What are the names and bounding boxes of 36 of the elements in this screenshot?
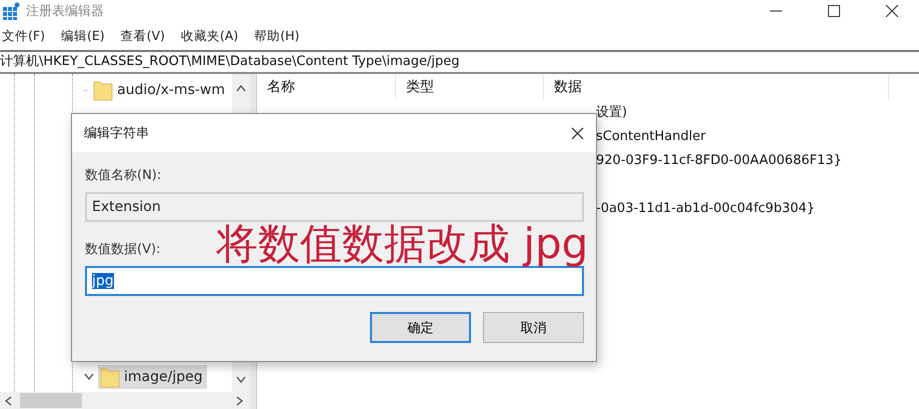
value-field[interactable]: jpg	[85, 266, 584, 296]
scroll-right-icon[interactable]	[236, 396, 244, 406]
maximize-icon[interactable]	[827, 4, 841, 18]
menu-item[interactable]: 查看(V)	[120, 28, 165, 44]
column-header[interactable]: 类型	[396, 75, 544, 99]
registry-icon	[2, 2, 20, 20]
tree-item[interactable]: image/jpeg	[98, 365, 207, 389]
scroll-left-icon[interactable]	[4, 396, 12, 406]
scroll-up-icon[interactable]	[236, 84, 246, 92]
menu-item[interactable]: 帮助(H)	[254, 28, 300, 44]
annotation-text: 将数值数据改成 jpg	[216, 221, 588, 266]
column-header[interactable]: 数据	[544, 75, 889, 99]
table-cell: sContentHandler	[596, 128, 706, 144]
menu-item[interactable]: 收藏夹(A)	[180, 28, 238, 44]
field-label: 数值数据(V):	[85, 241, 162, 258]
table-cell: -0a03-11d1-ab1d-00c04fc9b304}	[596, 200, 815, 216]
close-icon[interactable]	[885, 4, 899, 18]
table-cell: 920-03F9-11cf-8FD0-00AA00686F13}	[596, 152, 842, 168]
cancel-button[interactable]: 取消	[483, 312, 584, 343]
folder-icon	[93, 79, 114, 101]
window-title: 注册表编辑器	[26, 3, 104, 20]
close-icon[interactable]	[571, 126, 584, 140]
column-header[interactable]: 名称	[257, 75, 396, 99]
table-cell-text: 设置)	[596, 104, 628, 121]
menu-item[interactable]: 文件(F)	[2, 28, 45, 44]
tree-item[interactable]: audio/x-ms-wm	[91, 78, 229, 102]
address-field[interactable]: 计算机\HKEY_CLASSES_ROOT\MIME\Database\Content Type\image/jpeg	[0, 50, 919, 74]
folder-icon	[100, 366, 120, 388]
scroll-down-icon[interactable]	[236, 376, 246, 384]
scrollbar-thumb[interactable]	[20, 393, 82, 408]
field-label: 数值名称(N):	[85, 167, 162, 184]
menu-item[interactable]: 编辑(E)	[60, 28, 105, 44]
dialog-title: 编辑字符串	[84, 125, 149, 142]
chevron-down-icon[interactable]	[84, 373, 94, 381]
ok-button[interactable]: 确定	[370, 312, 471, 343]
name-field[interactable]: Extension	[85, 192, 584, 222]
